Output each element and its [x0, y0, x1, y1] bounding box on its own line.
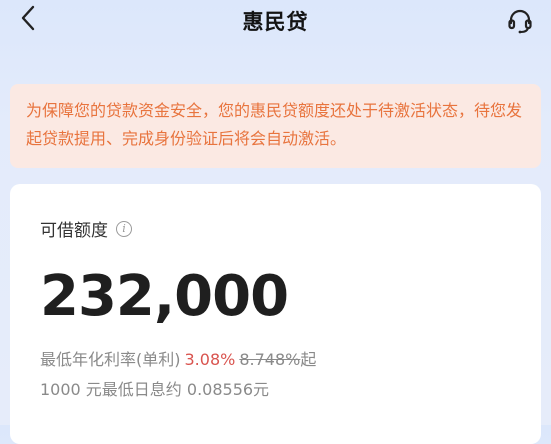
page-title: 惠民贷: [242, 10, 309, 34]
rate-original: 8.748%: [239, 350, 301, 369]
customer-service-button[interactable]: [503, 4, 537, 38]
quota-amount: 232,000: [40, 264, 289, 329]
quota-label-row: 可借额度 i: [40, 216, 132, 241]
info-icon[interactable]: i: [116, 220, 132, 237]
rate-line: 最低年化利率(单利) 3.08% 8.748%起: [40, 346, 316, 370]
headset-icon: [508, 9, 532, 34]
activation-notice-text: 为保障您的贷款资金安全，您的惠民贷额度还处于待激活状态，待您发起贷款提用、完成身…: [26, 101, 523, 148]
quota-label: 可借额度: [40, 221, 108, 241]
rate-suffix: 起: [300, 350, 317, 369]
quota-card: 可借额度 i 232,000 最低年化利率(单利) 3.08% 8.748%起 10…: [10, 184, 541, 444]
header-bar: 惠民贷: [0, 0, 551, 40]
activation-notice: 为保障您的贷款资金安全，您的惠民贷额度还处于待激活状态，待您发起贷款提用、完成身…: [10, 84, 541, 168]
daily-interest-line: 1000 元最低日息约 0.08556元: [40, 380, 270, 399]
rate-value: 3.08%: [184, 350, 236, 369]
rate-prefix: 最低年化利率(单利): [40, 350, 181, 369]
